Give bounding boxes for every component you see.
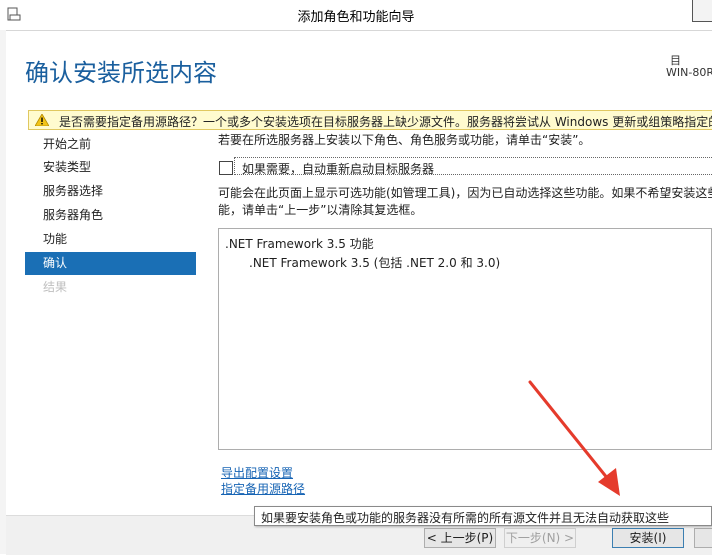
nav-item-results: 结果: [43, 280, 68, 294]
warning-icon: [35, 114, 49, 126]
tooltip-text: 如果要安装角色或功能的服务器没有所需的所有源文件并且无法自动获取这些: [261, 511, 670, 525]
alternate-source-tooltip: 如果要安装角色或功能的服务器没有所需的所有源文件并且无法自动获取这些: [254, 506, 712, 526]
auto-restart-checkbox[interactable]: [219, 161, 233, 175]
feature-item: .NET Framework 3.5 功能: [225, 237, 374, 251]
nav-item-before-you-begin[interactable]: 开始之前: [25, 133, 196, 156]
specify-alternate-source-link[interactable]: 指定备用源路径: [221, 480, 305, 497]
title-bar: 添加角色和功能向导: [0, 0, 712, 31]
auto-restart-label[interactable]: 如果需要，自动重新启动目标服务器: [242, 160, 434, 177]
optional-features-note-line2: 能，请单击“上一步”以清除其复选框。: [218, 203, 423, 217]
nav-item-installation-type[interactable]: 安装类型: [25, 156, 196, 179]
nav-item-server-selection[interactable]: 服务器选择: [25, 180, 196, 203]
nav-item-features[interactable]: 功能: [25, 228, 196, 251]
window-close-button[interactable]: [692, 0, 712, 22]
nav-item-server-roles[interactable]: 服务器角色: [25, 204, 196, 227]
feature-subitem: .NET Framework 3.5 (包括 .NET 2.0 和 3.0): [249, 256, 501, 270]
intro-text: 若要在所选服务器上安装以下角色、角色服务或功能，请单击“安装”。: [218, 133, 591, 147]
install-button[interactable]: 安装(I): [612, 528, 684, 548]
warning-text: 是否需要指定备用源路径？一个或多个安装选项在目标服务器上缺少源文件。服务器将尝试…: [59, 115, 712, 129]
export-configuration-link[interactable]: 导出配置设置: [221, 464, 293, 481]
page-title: 确认安装所选内容: [25, 59, 217, 87]
target-server-name: WIN-80RI: [666, 66, 712, 79]
cancel-button[interactable]: [694, 528, 712, 548]
previous-button[interactable]: < 上一步(P): [424, 528, 496, 548]
optional-features-note-line1: 可能会在此页面上显示可选功能(如管理工具)，因为已自动选择这些功能。如果不希望安…: [218, 186, 712, 200]
nav-item-confirmation[interactable]: 确认: [25, 252, 196, 275]
annotation-arrow-icon: [528, 380, 620, 496]
missing-source-warning-bar[interactable]: 是否需要指定备用源路径？一个或多个安装选项在目标服务器上缺少源文件。服务器将尝试…: [28, 110, 712, 130]
window-frame-left: [0, 30, 6, 554]
window-title: 添加角色和功能向导: [297, 10, 415, 25]
next-button: 下一步(N) >: [504, 528, 576, 548]
